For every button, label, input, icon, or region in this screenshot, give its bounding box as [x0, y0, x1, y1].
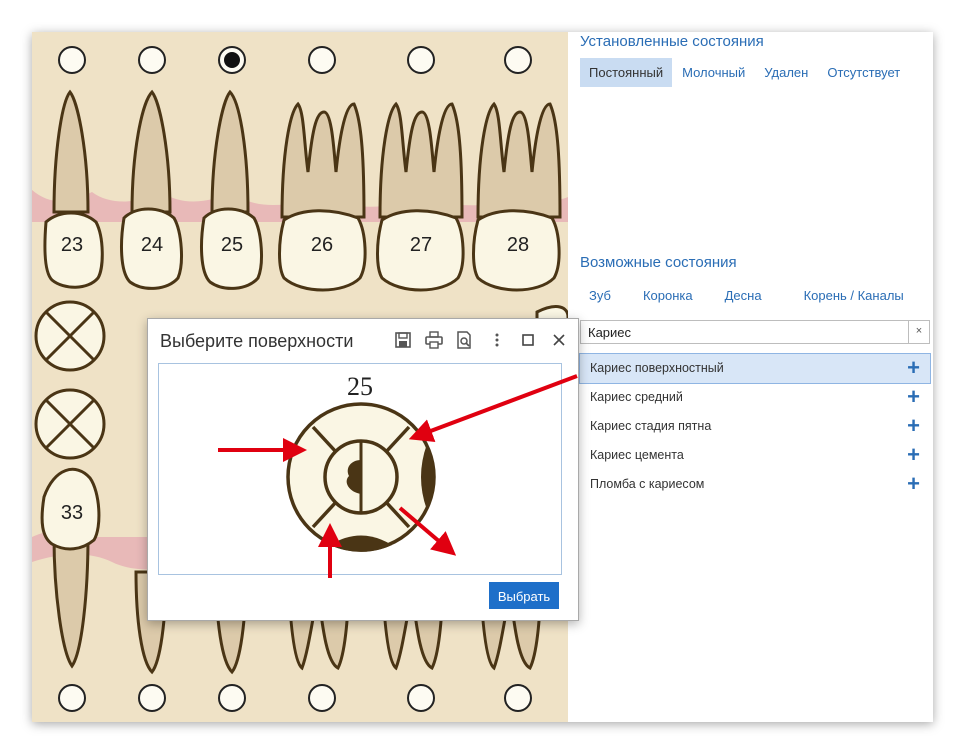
tab-root-canals[interactable]: Корень / Каналы [795, 281, 913, 310]
tooth-label-26[interactable]: 26 [311, 234, 333, 256]
maximize-icon[interactable] [518, 330, 538, 350]
add-icon[interactable]: + [907, 383, 920, 411]
select-button[interactable]: Выбрать [489, 582, 559, 609]
list-item-caries-medium[interactable]: Кариес средний + [580, 383, 930, 412]
tab-crown[interactable]: Коронка [634, 281, 702, 310]
tooth-label-23[interactable]: 23 [61, 234, 83, 256]
list-item-caries-cement[interactable]: Кариес цемента + [580, 441, 930, 470]
close-icon[interactable] [549, 330, 569, 350]
tab-tooth[interactable]: Зуб [580, 281, 620, 310]
possible-tabs: Зуб Коронка Десна Корень / Каналы [580, 281, 913, 310]
search-input[interactable] [581, 321, 908, 343]
tab-permanent[interactable]: Постоянный [580, 58, 673, 87]
tooth-surface-area: 25 [158, 363, 562, 575]
list-item-caries-spot[interactable]: Кариес стадия пятна + [580, 412, 930, 441]
tooth-label-24[interactable]: 24 [141, 234, 163, 256]
tab-milk[interactable]: Молочный [673, 58, 754, 87]
app-frame: 23 24 25 26 27 28 33 Установленные состо… [32, 32, 933, 722]
tooth-surface-diagram [286, 402, 436, 552]
print-icon[interactable] [424, 330, 444, 350]
save-icon[interactable] [393, 330, 413, 350]
tooth-label-33[interactable]: 33 [61, 502, 83, 524]
installed-states-title: Установленные состояния [580, 33, 764, 50]
dialog-title: Выберите поверхности [160, 331, 354, 351]
search-box: × [580, 320, 930, 344]
select-surfaces-dialog: Выберите поверхности 25 Выбрать [147, 318, 579, 621]
list-item-label: Кариес средний [590, 390, 683, 404]
list-item-label: Кариес поверхностный [590, 361, 724, 375]
list-item-label: Кариес цемента [590, 448, 684, 462]
tooth-label-28[interactable]: 28 [507, 234, 529, 256]
tab-removed[interactable]: Удален [755, 58, 817, 87]
add-icon[interactable]: + [907, 470, 920, 498]
add-icon[interactable]: + [907, 441, 920, 469]
possible-states-list: Кариес поверхностный + Кариес средний + … [579, 353, 931, 499]
tooth-label-27[interactable]: 27 [410, 234, 432, 256]
installed-tabs: Постоянный Молочный Удален Отсутствует [580, 58, 909, 87]
add-icon[interactable]: + [907, 412, 920, 440]
states-panel: Установленные состояния Постоянный Молоч… [579, 32, 933, 722]
print-preview-icon[interactable] [454, 330, 474, 350]
tab-gum[interactable]: Десна [716, 281, 771, 310]
add-icon[interactable]: + [907, 354, 920, 382]
possible-states-title: Возможные состояния [580, 254, 737, 271]
clear-search-icon[interactable]: × [908, 321, 929, 343]
list-item-caries-superficial[interactable]: Кариес поверхностный + [579, 353, 931, 384]
list-item-label: Пломба с кариесом [590, 477, 705, 491]
list-item-filling-with-caries[interactable]: Пломба с кариесом + [580, 470, 930, 499]
tab-absent[interactable]: Отсутствует [818, 58, 909, 87]
list-item-label: Кариес стадия пятна [590, 419, 712, 433]
more-options-icon[interactable] [487, 330, 507, 350]
tooth-label-25[interactable]: 25 [221, 234, 243, 256]
